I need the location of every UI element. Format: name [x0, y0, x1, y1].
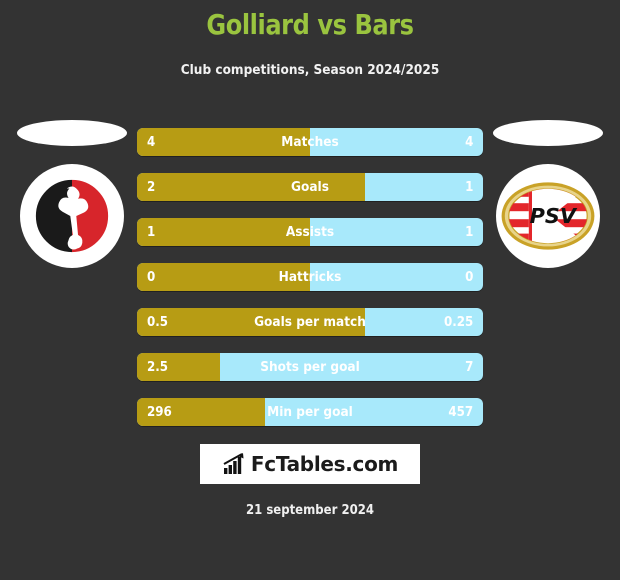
table-row: 296 Min per goal 457 — [137, 398, 483, 426]
stat-label: Shots per goal — [260, 359, 360, 375]
away-team-block: PSV — [488, 120, 608, 268]
stat-label: Assists — [285, 224, 335, 240]
stat-label: Hattricks — [278, 269, 342, 285]
away-value: 4 — [464, 134, 473, 150]
away-value: 0 — [464, 269, 473, 285]
table-row: 0 Hattricks 0 — [137, 263, 483, 291]
table-row: 4 Matches 4 — [137, 128, 483, 156]
away-value: 0.25 — [443, 314, 473, 330]
stat-label: Min per goal — [267, 404, 353, 420]
away-value: 1 — [464, 224, 473, 240]
page-subtitle: Club competitions, Season 2024/2025 — [180, 62, 440, 78]
home-team-name-plate — [17, 120, 127, 146]
table-row: 0.5 Goals per match 0.25 — [137, 308, 483, 336]
fctables-logo-text: FcTables.com — [250, 452, 399, 476]
away-value: 457 — [448, 404, 473, 420]
home-team-block — [12, 120, 132, 268]
stat-label: Matches — [281, 134, 339, 150]
bar-chart-arrow-icon — [223, 453, 244, 474]
stat-bars-list: 4 Matches 4 2 Goals 1 1 Assists 1 0 Hatt… — [137, 128, 483, 443]
stat-label: Goals per match — [254, 314, 366, 330]
stat-comparison-page: Golliard vs Bars Club competitions, Seas… — [0, 0, 620, 580]
table-row: 2.5 Shots per goal 7 — [137, 353, 483, 381]
away-team-name-plate — [493, 120, 603, 146]
psv-badge-icon: PSV — [501, 182, 595, 250]
away-value: 1 — [464, 179, 473, 195]
match-date: 21 september 2024 — [245, 503, 375, 518]
club-badge-red-black-icon — [31, 175, 113, 257]
away-value: 7 — [464, 359, 473, 375]
away-team-badge: PSV — [496, 164, 600, 268]
fctables-logo[interactable]: FcTables.com — [200, 444, 420, 484]
table-row: 1 Assists 1 — [137, 218, 483, 246]
svg-text:PSV: PSV — [530, 204, 578, 228]
page-title: Golliard vs Bars — [206, 8, 414, 41]
home-team-badge — [20, 164, 124, 268]
table-row: 2 Goals 1 — [137, 173, 483, 201]
stat-label: Goals — [291, 179, 329, 195]
